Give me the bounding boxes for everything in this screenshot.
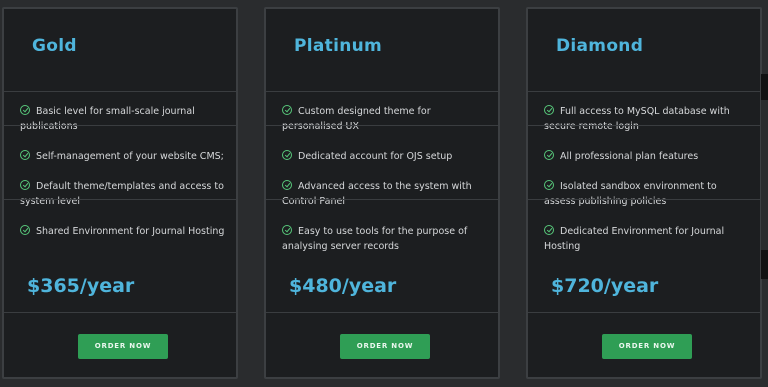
plan-price: $480/year — [289, 275, 397, 297]
feature-item: Custom designed theme for personalised U… — [282, 104, 488, 134]
divider — [4, 91, 236, 92]
feature-text: Isolated sandbox environment to assess p… — [544, 181, 717, 207]
feature-text: Advanced access to the system with Contr… — [282, 181, 472, 207]
feature-item: Default theme/templates and access to sy… — [20, 179, 226, 209]
feature-text: Full access to MySQL database with secur… — [544, 106, 730, 132]
order-now-button[interactable]: ORDER NOW — [78, 334, 168, 359]
plan-price: $365/year — [27, 275, 135, 297]
divider — [266, 91, 498, 92]
feature-text: Basic level for small-scale journal publ… — [20, 106, 195, 132]
check-circle-icon — [282, 105, 292, 115]
divider — [4, 125, 236, 126]
feature-item: Self-management of your website CMS; — [20, 149, 226, 164]
feature-item: Isolated sandbox environment to assess p… — [544, 179, 750, 209]
feature-text: Easy to use tools for the purpose of ana… — [282, 226, 468, 252]
feature-text: Default theme/templates and access to sy… — [20, 181, 224, 207]
divider — [266, 312, 498, 313]
pricing-card-diamond: Diamond Full access to MySQL database wi… — [526, 7, 762, 379]
order-now-button[interactable]: ORDER NOW — [340, 334, 430, 359]
check-circle-icon — [544, 180, 554, 190]
plan-price: $720/year — [551, 275, 659, 297]
feature-text: Self-management of your website CMS; — [36, 151, 224, 162]
check-circle-icon — [282, 150, 292, 160]
divider — [4, 199, 236, 200]
divider — [528, 312, 760, 313]
divider — [528, 199, 760, 200]
feature-text: Dedicated Environment for Journal Hostin… — [544, 226, 725, 252]
feature-text: Shared Environment for Journal Hosting — [36, 226, 225, 237]
pricing-card-platinum: Platinum Custom designed theme for perso… — [264, 7, 500, 379]
feature-item: Full access to MySQL database with secur… — [544, 104, 750, 134]
scrollbar-thumb[interactable] — [761, 100, 768, 250]
feature-item: Shared Environment for Journal Hosting — [20, 224, 226, 239]
feature-text: Dedicated account for OJS setup — [298, 151, 453, 162]
plan-name: Gold — [32, 36, 77, 56]
divider — [4, 312, 236, 313]
feature-text: All professional plan features — [560, 151, 699, 162]
feature-item: Dedicated Environment for Journal Hostin… — [544, 224, 750, 254]
check-circle-icon — [20, 180, 30, 190]
feature-item: Basic level for small-scale journal publ… — [20, 104, 226, 134]
check-circle-icon — [20, 225, 30, 235]
check-circle-icon — [544, 225, 554, 235]
divider — [528, 91, 760, 92]
check-circle-icon — [544, 150, 554, 160]
divider — [528, 125, 760, 126]
check-circle-icon — [544, 105, 554, 115]
check-circle-icon — [20, 150, 30, 160]
feature-item: Easy to use tools for the purpose of ana… — [282, 224, 488, 254]
feature-item: Advanced access to the system with Contr… — [282, 179, 488, 209]
feature-item: All professional plan features — [544, 149, 750, 164]
check-circle-icon — [282, 225, 292, 235]
pricing-card-gold: Gold Basic level for small-scale journal… — [2, 7, 238, 379]
pricing-section: Gold Basic level for small-scale journal… — [0, 0, 768, 387]
check-circle-icon — [20, 105, 30, 115]
order-now-button[interactable]: ORDER NOW — [602, 334, 692, 359]
feature-item: Dedicated account for OJS setup — [282, 149, 488, 164]
feature-text: Custom designed theme for personalised U… — [282, 106, 431, 132]
check-circle-icon — [282, 180, 292, 190]
plan-name: Diamond — [556, 36, 644, 56]
divider — [266, 125, 498, 126]
plan-name: Platinum — [294, 36, 383, 56]
divider — [266, 199, 498, 200]
